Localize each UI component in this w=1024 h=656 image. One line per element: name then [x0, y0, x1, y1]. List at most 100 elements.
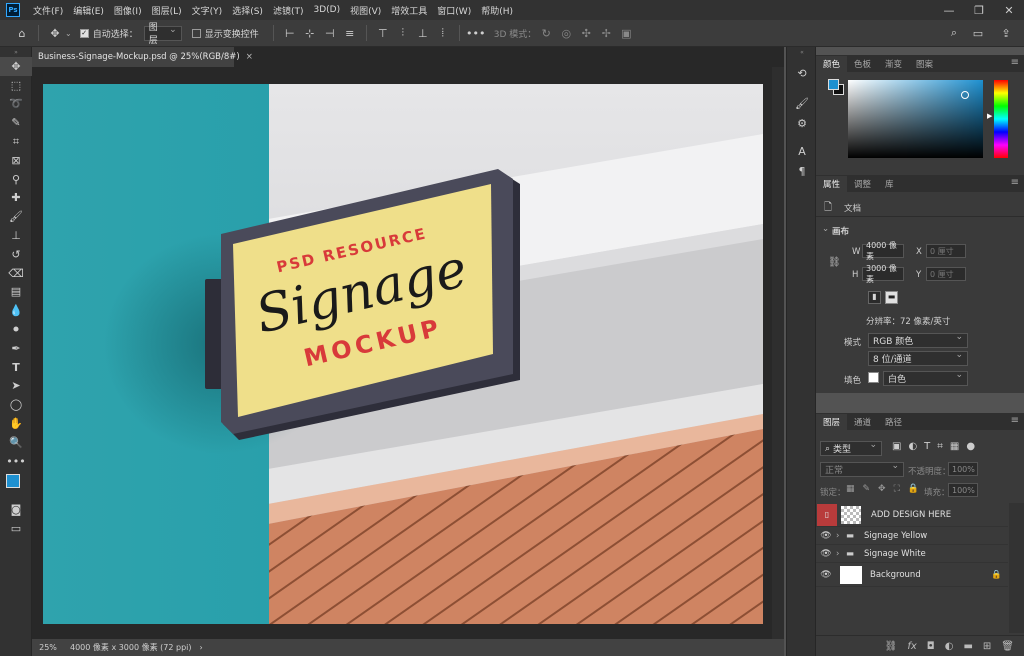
- clone-stamp-tool-icon[interactable]: ⊥: [0, 226, 32, 245]
- panel-menu-icon[interactable]: ≡: [1011, 57, 1019, 68]
- home-icon[interactable]: ⌂: [12, 23, 32, 43]
- menu-filter[interactable]: 滤镜(T): [268, 4, 309, 17]
- opacity-field[interactable]: 100%: [948, 462, 978, 476]
- tab-adjustments[interactable]: 调整: [847, 176, 878, 192]
- fill-field[interactable]: 100%: [948, 483, 978, 497]
- blend-mode-dropdown[interactable]: 正常: [820, 461, 904, 477]
- menu-image[interactable]: 图像(I): [109, 4, 147, 17]
- menu-file[interactable]: 文件(F): [28, 4, 68, 17]
- blur-tool-icon[interactable]: 💧: [0, 301, 32, 320]
- visibility-eye-icon[interactable]: 👁: [816, 549, 836, 559]
- fill-color-swatch[interactable]: [868, 372, 879, 383]
- delete-layer-icon[interactable]: 🗑: [1001, 641, 1014, 652]
- gradient-tool-icon[interactable]: ▤: [0, 283, 32, 302]
- tab-libraries[interactable]: 库: [878, 176, 901, 192]
- landscape-orientation-icon[interactable]: ▬: [885, 291, 898, 304]
- layer-row-signage-white[interactable]: 👁 › ▬ Signage White: [816, 545, 1008, 563]
- x-field[interactable]: 0 厘寸: [926, 244, 966, 258]
- 3d-orbit-icon[interactable]: ↻: [536, 23, 556, 43]
- 3d-slide-icon[interactable]: ✢: [596, 23, 616, 43]
- 3d-roll-icon[interactable]: ◎: [556, 23, 576, 43]
- preset-chevron-icon[interactable]: ⌄: [65, 29, 72, 38]
- history-panel-icon[interactable]: ⟲: [787, 63, 817, 83]
- fx-icon[interactable]: fx: [907, 641, 916, 652]
- frame-tool-icon[interactable]: ⊠: [0, 151, 32, 170]
- screen-mode-icon[interactable]: ▭: [0, 519, 32, 538]
- width-field[interactable]: 4000 像素: [862, 241, 904, 261]
- new-group-icon[interactable]: ▬: [963, 641, 972, 652]
- dodge-tool-icon[interactable]: ⚫: [0, 320, 32, 339]
- align-top-icon[interactable]: ⊤: [373, 23, 393, 43]
- layer-row-background[interactable]: 👁 Background 🔒: [816, 563, 1008, 587]
- document-tab[interactable]: Business-Signage-Mockup.psd @ 25%(RGB/8#…: [32, 47, 253, 67]
- color-picker-ring[interactable]: [961, 91, 969, 99]
- status-menu-icon[interactable]: ›: [200, 643, 203, 652]
- align-left-icon[interactable]: ⊢: [280, 23, 300, 43]
- distribute-icon[interactable]: ≡: [340, 23, 360, 43]
- menu-3d[interactable]: 3D(D): [308, 5, 345, 15]
- canvas-image[interactable]: PSD RESOURCE Signage MOCKUP: [43, 84, 763, 624]
- type-tool-icon[interactable]: T: [0, 358, 32, 377]
- color-fg-swatch[interactable]: [828, 79, 839, 90]
- menu-window[interactable]: 窗口(W): [432, 4, 476, 17]
- add-mask-icon[interactable]: ◘: [927, 641, 935, 652]
- zoom-level[interactable]: 25%: [32, 643, 64, 652]
- quick-mask-icon[interactable]: ◙: [0, 501, 32, 520]
- edit-toolbar-icon[interactable]: •••: [0, 452, 32, 471]
- distribute-vertical-icon[interactable]: ⦙: [433, 23, 453, 43]
- menu-plugins[interactable]: 增效工具: [386, 4, 432, 17]
- share-icon[interactable]: ⇪: [996, 23, 1016, 43]
- new-layer-icon[interactable]: ⊞: [983, 641, 991, 652]
- lasso-tool-icon[interactable]: ➰: [0, 95, 32, 114]
- panel-menu-icon[interactable]: ≡: [1011, 177, 1019, 188]
- adjustments-panel-icon[interactable]: ⚙: [787, 113, 817, 133]
- visibility-eye-icon[interactable]: 👁: [816, 570, 836, 580]
- 3d-pan-icon[interactable]: ✣: [576, 23, 596, 43]
- menu-edit[interactable]: 编辑(E): [68, 4, 109, 17]
- crop-tool-icon[interactable]: ⌗: [0, 132, 32, 151]
- align-middle-icon[interactable]: ⫶: [393, 23, 413, 43]
- collapse-strip-icon[interactable]: «: [787, 47, 817, 57]
- expand-group-icon[interactable]: ›: [836, 549, 846, 559]
- visibility-eye-icon[interactable]: 👁: [816, 531, 836, 541]
- layer-filter-dropdown[interactable]: ⌕ 类型: [820, 440, 882, 456]
- foreground-color-swatch[interactable]: [6, 473, 20, 488]
- path-select-tool-icon[interactable]: ➤: [0, 377, 32, 396]
- menu-select[interactable]: 选择(S): [227, 4, 268, 17]
- marquee-tool-icon[interactable]: ⬚: [0, 76, 32, 95]
- vertical-scrollbar[interactable]: [772, 67, 784, 639]
- show-transform-checkbox[interactable]: [191, 28, 201, 38]
- layer-row-signage-yellow[interactable]: 👁 › ▬ Signage Yellow: [816, 527, 1008, 545]
- canvas-section-chevron-icon[interactable]: ⌄: [822, 224, 829, 234]
- healing-brush-tool-icon[interactable]: ✚: [0, 189, 32, 208]
- expand-group-icon[interactable]: ›: [836, 531, 846, 541]
- hue-slider-handle-icon[interactable]: ▶: [987, 112, 992, 120]
- auto-select-dropdown[interactable]: 图层: [143, 23, 182, 46]
- adjustment-layer-icon[interactable]: ◐: [945, 641, 954, 652]
- align-center-icon[interactable]: ⊹: [300, 23, 320, 43]
- tab-properties[interactable]: 属性: [816, 176, 848, 192]
- align-bottom-icon[interactable]: ⊥: [413, 23, 433, 43]
- layer-filter-icons[interactable]: ▣◐T⌗▦●: [892, 441, 982, 452]
- menu-type[interactable]: 文字(Y): [187, 4, 228, 17]
- height-field[interactable]: 3000 像素: [862, 264, 904, 284]
- tab-gradients[interactable]: 渐变: [878, 56, 909, 72]
- tab-paths[interactable]: 路径: [878, 414, 909, 430]
- menu-help[interactable]: 帮助(H): [476, 4, 518, 17]
- move-tool-preset-icon[interactable]: ✥: [45, 23, 65, 43]
- brush-tool-icon[interactable]: 🖌: [0, 207, 32, 226]
- canvas-area[interactable]: PSD RESOURCE Signage MOCKUP: [32, 67, 784, 639]
- tab-layers[interactable]: 图层: [816, 414, 848, 430]
- paragraph-panel-icon[interactable]: ¶: [787, 161, 817, 181]
- bit-depth-dropdown[interactable]: 8 位/通道: [868, 350, 968, 366]
- maximize-button[interactable]: ❐: [964, 0, 994, 20]
- menu-layer[interactable]: 图层(L): [147, 4, 187, 17]
- link-layers-icon[interactable]: ⛓: [885, 641, 898, 652]
- fill-color-dropdown[interactable]: 白色: [883, 370, 968, 386]
- more-options-button[interactable]: •••: [466, 23, 486, 43]
- hand-tool-icon[interactable]: ✋: [0, 414, 32, 433]
- link-dimensions-icon[interactable]: ⛓: [828, 257, 841, 268]
- shape-tool-icon[interactable]: ◯: [0, 395, 32, 414]
- 3d-scale-icon[interactable]: ▣: [616, 23, 636, 43]
- character-panel-icon[interactable]: A: [787, 141, 817, 161]
